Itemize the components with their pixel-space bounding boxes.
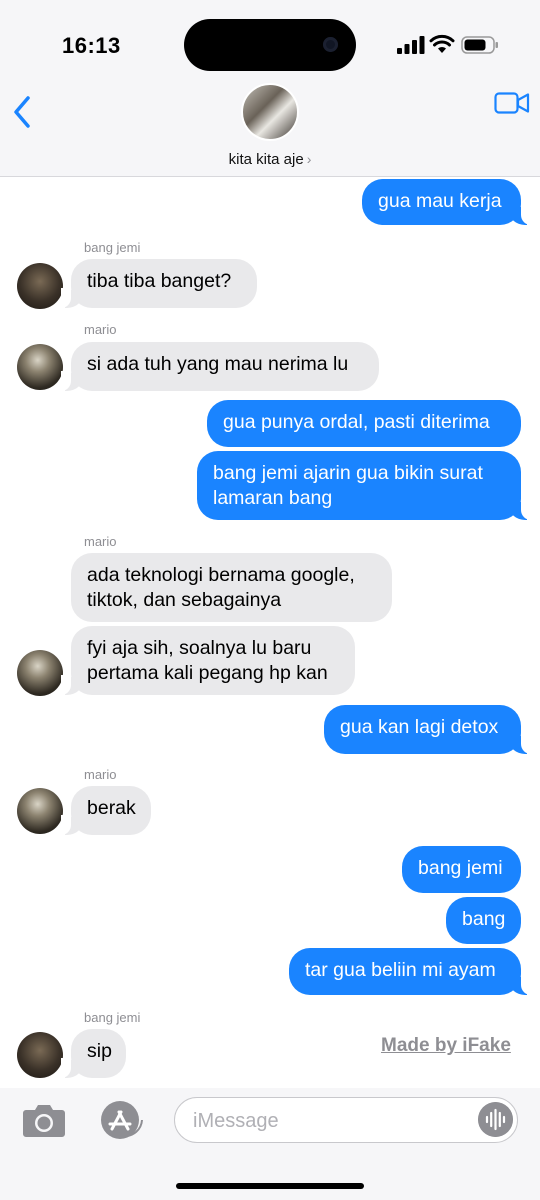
front-camera-icon <box>323 37 338 52</box>
group-avatar[interactable] <box>241 83 299 141</box>
sender-name: mario <box>84 767 117 782</box>
sender-name: bang jemi <box>84 1010 141 1025</box>
message-bubble-incoming[interactable]: sip <box>61 1029 126 1078</box>
watermark-label: Made by iFake <box>381 1035 511 1056</box>
chat-title-label: kita kita aje <box>228 151 304 168</box>
message-input[interactable] <box>191 1106 465 1136</box>
sender-name: mario <box>84 322 117 337</box>
wifi-icon <box>429 34 455 53</box>
message-bubble-incoming[interactable]: si ada tuh yang mau nerima lu <box>61 342 379 391</box>
sender-name: bang jemi <box>84 240 141 255</box>
home-indicator <box>176 1183 364 1189</box>
message-bubble-outgoing[interactable]: bang <box>446 897 521 944</box>
signal-icon <box>397 36 425 54</box>
message-bubble-outgoing[interactable]: gua punya ordal, pasti diterima <box>207 400 521 447</box>
sender-name: mario <box>84 534 117 549</box>
back-chevron-icon[interactable] <box>10 92 36 132</box>
battery-icon <box>461 36 498 54</box>
facetime-video-icon[interactable] <box>494 92 530 114</box>
audio-waveform-icon[interactable] <box>478 1102 513 1137</box>
avatar-mario[interactable] <box>17 650 63 696</box>
message-bubble-incoming[interactable]: berak <box>61 786 151 835</box>
message-bubble-outgoing[interactable]: bang jemi <box>402 846 521 893</box>
avatar-bang-jemi[interactable] <box>17 263 63 309</box>
avatar-bang-jemi[interactable] <box>17 1032 63 1078</box>
message-bubble-outgoing[interactable]: bang jemi ajarin gua bikin surat lamaran… <box>197 451 531 520</box>
message-bubble-incoming[interactable]: ada teknologi bernama google, tiktok, da… <box>71 553 392 622</box>
chat-title[interactable]: kita kita aje › <box>0 151 540 168</box>
message-bubble-outgoing[interactable]: tar gua beliin mi ayam <box>289 948 531 995</box>
message-bubble-incoming[interactable]: tiba tiba banget? <box>61 259 257 308</box>
avatar-mario[interactable] <box>17 788 63 834</box>
chat-header: kita kita aje › <box>0 80 540 177</box>
avatar-mario[interactable] <box>17 344 63 390</box>
dynamic-island <box>184 19 356 71</box>
camera-icon[interactable] <box>22 1102 66 1138</box>
imessage-field[interactable] <box>174 1097 518 1143</box>
app-store-icon[interactable] <box>96 1100 144 1140</box>
status-bar: 16:13 <box>0 0 540 80</box>
message-bubble-incoming[interactable]: fyi aja sih, soalnya lu baru pertama kal… <box>61 626 355 695</box>
chevron-right-icon: › <box>306 151 312 167</box>
message-bubble-outgoing[interactable]: gua mau kerja <box>362 179 531 225</box>
status-time: 16:13 <box>62 33 121 58</box>
message-bubble-outgoing[interactable]: gua kan lagi detox <box>324 705 531 754</box>
